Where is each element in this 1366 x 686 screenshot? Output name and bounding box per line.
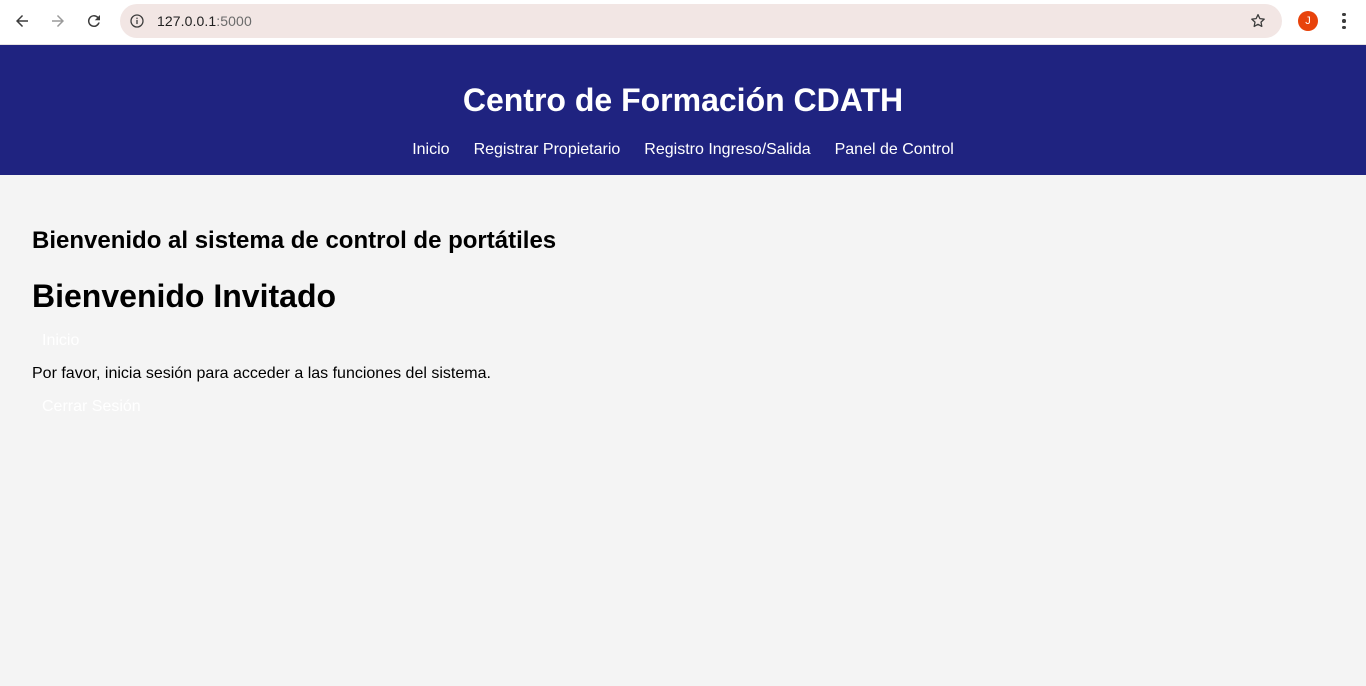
url-host: 127.0.0.1 (157, 13, 217, 29)
welcome-subtitle: Bienvenido al sistema de control de port… (32, 227, 557, 254)
login-message: Por favor, inicia sesión para acceder a … (32, 365, 491, 382)
nav-link-registro-ingreso-salida[interactable]: Registro Ingreso/Salida (644, 141, 810, 159)
more-menu-icon[interactable] (1334, 10, 1354, 32)
reload-icon[interactable] (82, 9, 106, 33)
nav-link-panel-de-control[interactable]: Panel de Control (835, 141, 954, 159)
profile-avatar[interactable]: J (1298, 11, 1318, 31)
forward-icon[interactable] (46, 9, 70, 33)
bookmark-star-icon[interactable] (1248, 11, 1268, 31)
address-bar[interactable]: 127.0.0.1:5000 (120, 4, 1282, 38)
site-info-icon[interactable] (128, 12, 146, 30)
nav-link-registrar-propietario[interactable]: Registrar Propietario (474, 141, 621, 159)
back-icon[interactable] (10, 9, 34, 33)
main-nav: Inicio Registrar Propietario Registro In… (0, 141, 1366, 159)
inicio-link[interactable]: Inicio (42, 332, 79, 350)
site-header: Centro de Formación CDATH Inicio Registr… (0, 45, 1366, 175)
logout-link[interactable]: Cerrar Sesión (42, 398, 141, 416)
browser-toolbar: 127.0.0.1:5000 J (0, 0, 1366, 45)
nav-link-inicio[interactable]: Inicio (412, 141, 449, 159)
site-title: Centro de Formación CDATH (462, 82, 904, 118)
url-text: 127.0.0.1:5000 (157, 13, 252, 29)
main-content: Bienvenido al sistema de control de port… (32, 226, 1332, 416)
welcome-user-heading: Bienvenido Invitado (32, 278, 337, 314)
url-port: :5000 (216, 13, 252, 29)
